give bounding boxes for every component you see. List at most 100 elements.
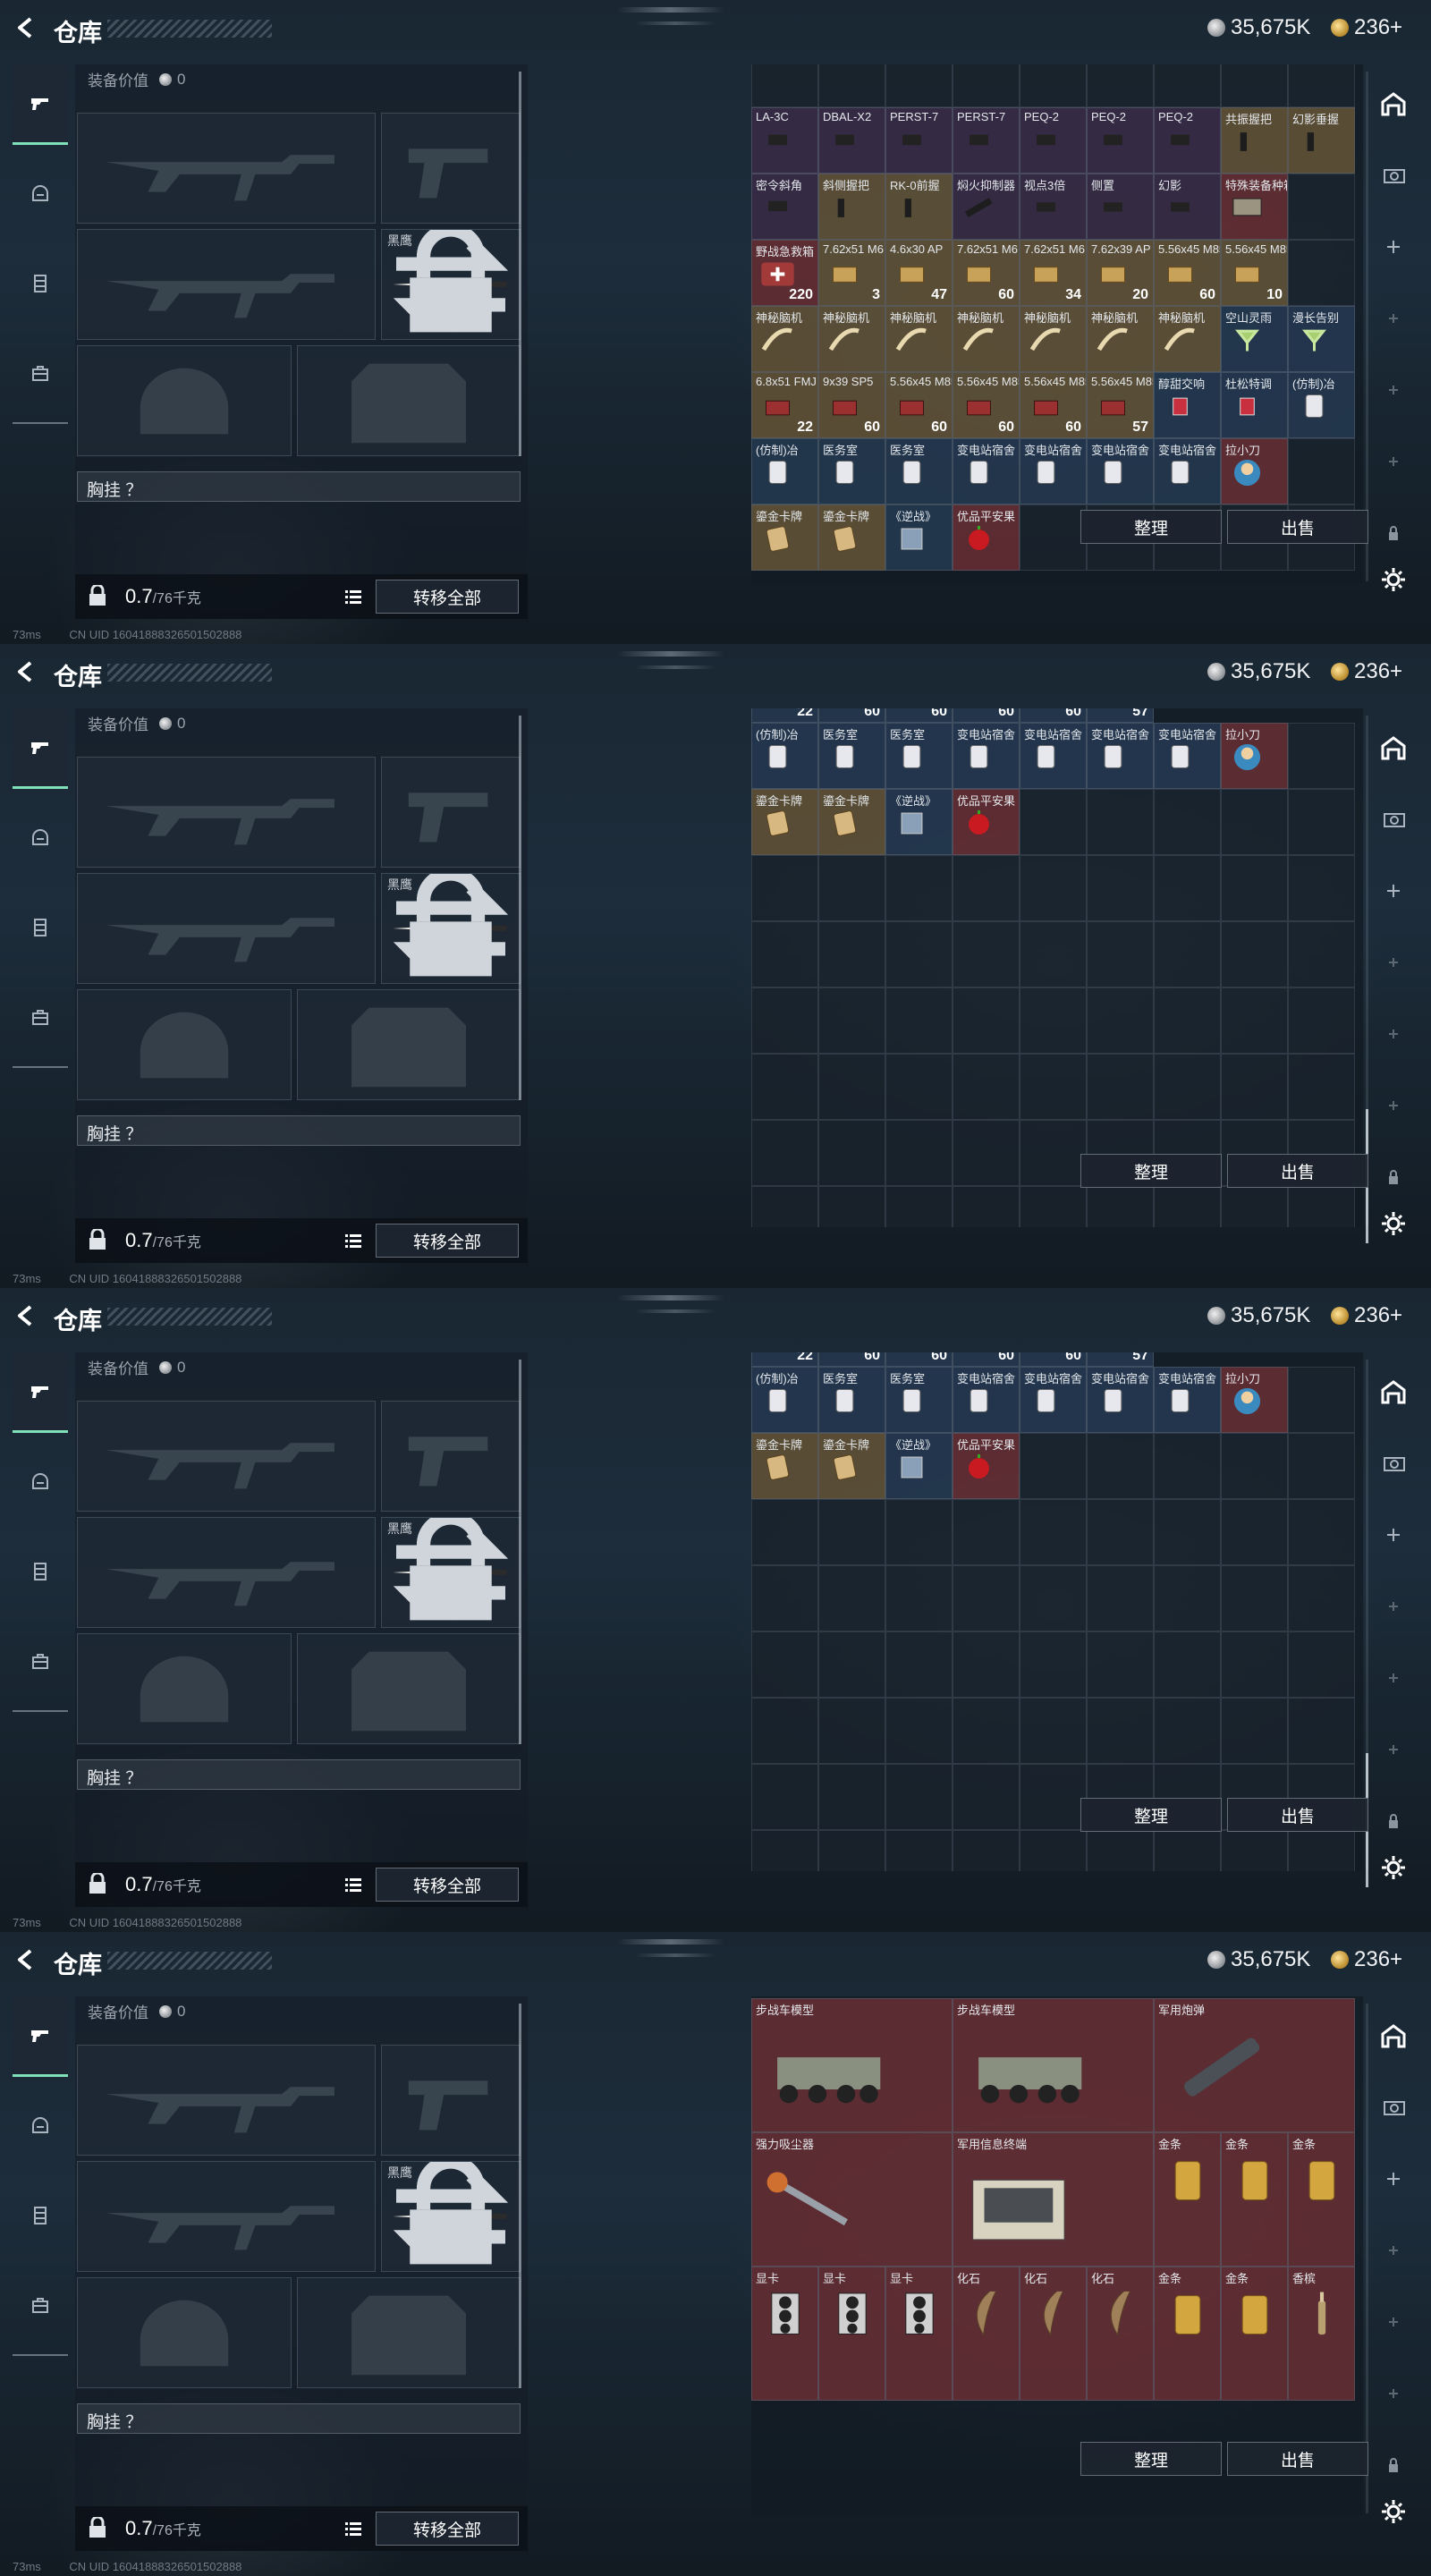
empty-cell[interactable] — [885, 1120, 953, 1186]
empty-cell[interactable] — [885, 1830, 953, 1871]
storage-item[interactable]: PEQ-2 — [1087, 107, 1154, 174]
empty-cell[interactable] — [1020, 1433, 1087, 1499]
empty-cell[interactable] — [953, 1499, 1020, 1565]
rig-tab[interactable] — [13, 2175, 68, 2256]
storage-item[interactable]: 显卡 — [818, 2267, 885, 2401]
empty-cell[interactable] — [953, 1120, 1020, 1186]
storage-item[interactable]: 60 — [953, 1352, 1020, 1367]
sort-button[interactable]: 整理 — [1080, 2442, 1222, 2476]
money-balance[interactable]: 35,675K — [1207, 1303, 1310, 1328]
storage-item[interactable]: 野战急救箱 220 — [751, 240, 818, 306]
rail-warehouse[interactable] — [1372, 2014, 1415, 2057]
storage-item[interactable]: 化石 — [1020, 2267, 1087, 2401]
sidearm-slot[interactable] — [381, 1401, 521, 1512]
equipment-scrollbar[interactable] — [519, 2004, 521, 2388]
empty-cell[interactable] — [1087, 1698, 1154, 1764]
rail-add-4[interactable] — [1372, 1084, 1415, 1127]
rail-lock[interactable] — [1372, 1800, 1415, 1843]
empty-cell[interactable] — [1221, 987, 1288, 1054]
storage-item[interactable]: 57 — [1087, 708, 1154, 723]
rail-settings[interactable] — [1372, 1846, 1415, 1889]
armor-slot[interactable] — [297, 989, 521, 1100]
rig-tab[interactable] — [13, 1531, 68, 1612]
empty-cell[interactable] — [1020, 1186, 1087, 1227]
primary-weapon-slot[interactable] — [77, 757, 376, 868]
empty-cell[interactable] — [953, 921, 1020, 987]
empty-cell[interactable] — [1020, 987, 1087, 1054]
empty-cell[interactable] — [1020, 855, 1087, 921]
chest-rig-slot[interactable]: 胸挂 ？ — [77, 1115, 521, 1146]
storage-item[interactable]: PERST-7 — [953, 107, 1020, 174]
storage-item[interactable]: 7.62x51 M6 60 — [953, 240, 1020, 306]
empty-cell[interactable] — [1221, 1433, 1288, 1499]
empty-cell[interactable] — [1221, 1054, 1288, 1120]
empty-cell[interactable] — [1020, 1120, 1087, 1186]
money-balance[interactable]: 35,675K — [1207, 659, 1310, 684]
empty-cell[interactable] — [1221, 64, 1288, 107]
empty-cell[interactable] — [751, 1120, 818, 1186]
sidearm-slot[interactable] — [381, 113, 521, 224]
empty-cell[interactable] — [953, 1830, 1020, 1871]
bag-tab[interactable] — [13, 2265, 68, 2345]
storage-item[interactable]: 60 — [953, 708, 1020, 723]
empty-cell[interactable] — [885, 1054, 953, 1120]
empty-cell[interactable] — [1020, 64, 1087, 107]
storage-item[interactable]: 变电站宿舍 — [1020, 1367, 1087, 1433]
storage-item[interactable]: 优品平安果 — [953, 504, 1020, 571]
empty-cell[interactable] — [751, 64, 818, 107]
sidearm-slot[interactable] — [381, 757, 521, 868]
rail-lock[interactable] — [1372, 1156, 1415, 1199]
bag-tab[interactable] — [13, 333, 68, 413]
empty-cell[interactable] — [818, 987, 885, 1054]
empty-cell[interactable] — [751, 1631, 818, 1698]
storage-item[interactable]: 鎏金卡牌 — [818, 789, 885, 855]
storage-item[interactable]: 5.56x45 M855A1 60 — [885, 372, 953, 438]
storage-item[interactable]: 金条 — [1154, 2267, 1221, 2401]
storage-item[interactable]: 神秘脑机 — [751, 306, 818, 372]
storage-item[interactable]: 幻影垂握 — [1288, 107, 1355, 174]
empty-cell[interactable] — [1221, 1830, 1288, 1871]
storage-item[interactable]: 60 — [885, 1352, 953, 1367]
melee-slot[interactable]: 黑鹰 — [381, 1517, 521, 1628]
storage-scrollbar[interactable] — [1366, 2004, 1368, 2513]
melee-slot[interactable]: 黑鹰 — [381, 229, 521, 340]
list-icon[interactable] — [343, 1231, 363, 1250]
sidearm-slot[interactable] — [381, 2045, 521, 2156]
empty-cell[interactable] — [885, 1186, 953, 1227]
storage-item[interactable]: 鎏金卡牌 — [751, 504, 818, 571]
storage-item[interactable]: (仿制)冶 — [751, 1367, 818, 1433]
rail-expand[interactable] — [1372, 154, 1415, 197]
rail-add-4[interactable] — [1372, 440, 1415, 483]
storage-item[interactable]: DBAL-X2 — [818, 107, 885, 174]
storage-item[interactable]: 变电站宿舍 — [1087, 1367, 1154, 1433]
money-balance[interactable]: 35,675K — [1207, 1947, 1310, 1972]
empty-cell[interactable] — [751, 855, 818, 921]
empty-cell[interactable] — [818, 1830, 885, 1871]
storage-item[interactable]: 漫长告别 — [1288, 306, 1355, 372]
empty-cell[interactable] — [1087, 1830, 1154, 1871]
storage-item[interactable]: 神秘脑机 — [953, 306, 1020, 372]
secondary-weapon-slot[interactable] — [77, 2161, 376, 2272]
storage-item[interactable]: 医务室 — [818, 723, 885, 789]
rail-add-3[interactable] — [1372, 369, 1415, 411]
empty-cell[interactable] — [818, 1120, 885, 1186]
storage-item[interactable]: 金条 — [1154, 2132, 1221, 2267]
empty-cell[interactable] — [1020, 504, 1087, 571]
storage-scrollbar[interactable] — [1366, 72, 1368, 581]
empty-cell[interactable] — [1288, 1433, 1355, 1499]
gold-balance[interactable]: 236+ — [1331, 1303, 1402, 1328]
empty-cell[interactable] — [1154, 64, 1221, 107]
equipment-scrollbar[interactable] — [519, 1360, 521, 1744]
storage-item[interactable]: 焖火抑制器 — [953, 174, 1020, 240]
gold-balance[interactable]: 236+ — [1331, 1947, 1402, 1972]
rail-settings[interactable] — [1372, 2490, 1415, 2533]
storage-item[interactable]: 60 — [885, 708, 953, 723]
empty-cell[interactable] — [1154, 1830, 1221, 1871]
empty-cell[interactable] — [885, 1764, 953, 1830]
rail-add-2[interactable] — [1372, 941, 1415, 984]
empty-cell[interactable] — [751, 1698, 818, 1764]
empty-cell[interactable] — [1288, 1698, 1355, 1764]
sell-button[interactable]: 出售 — [1227, 1798, 1368, 1832]
empty-cell[interactable] — [1154, 789, 1221, 855]
rail-add-1[interactable] — [1372, 225, 1415, 268]
